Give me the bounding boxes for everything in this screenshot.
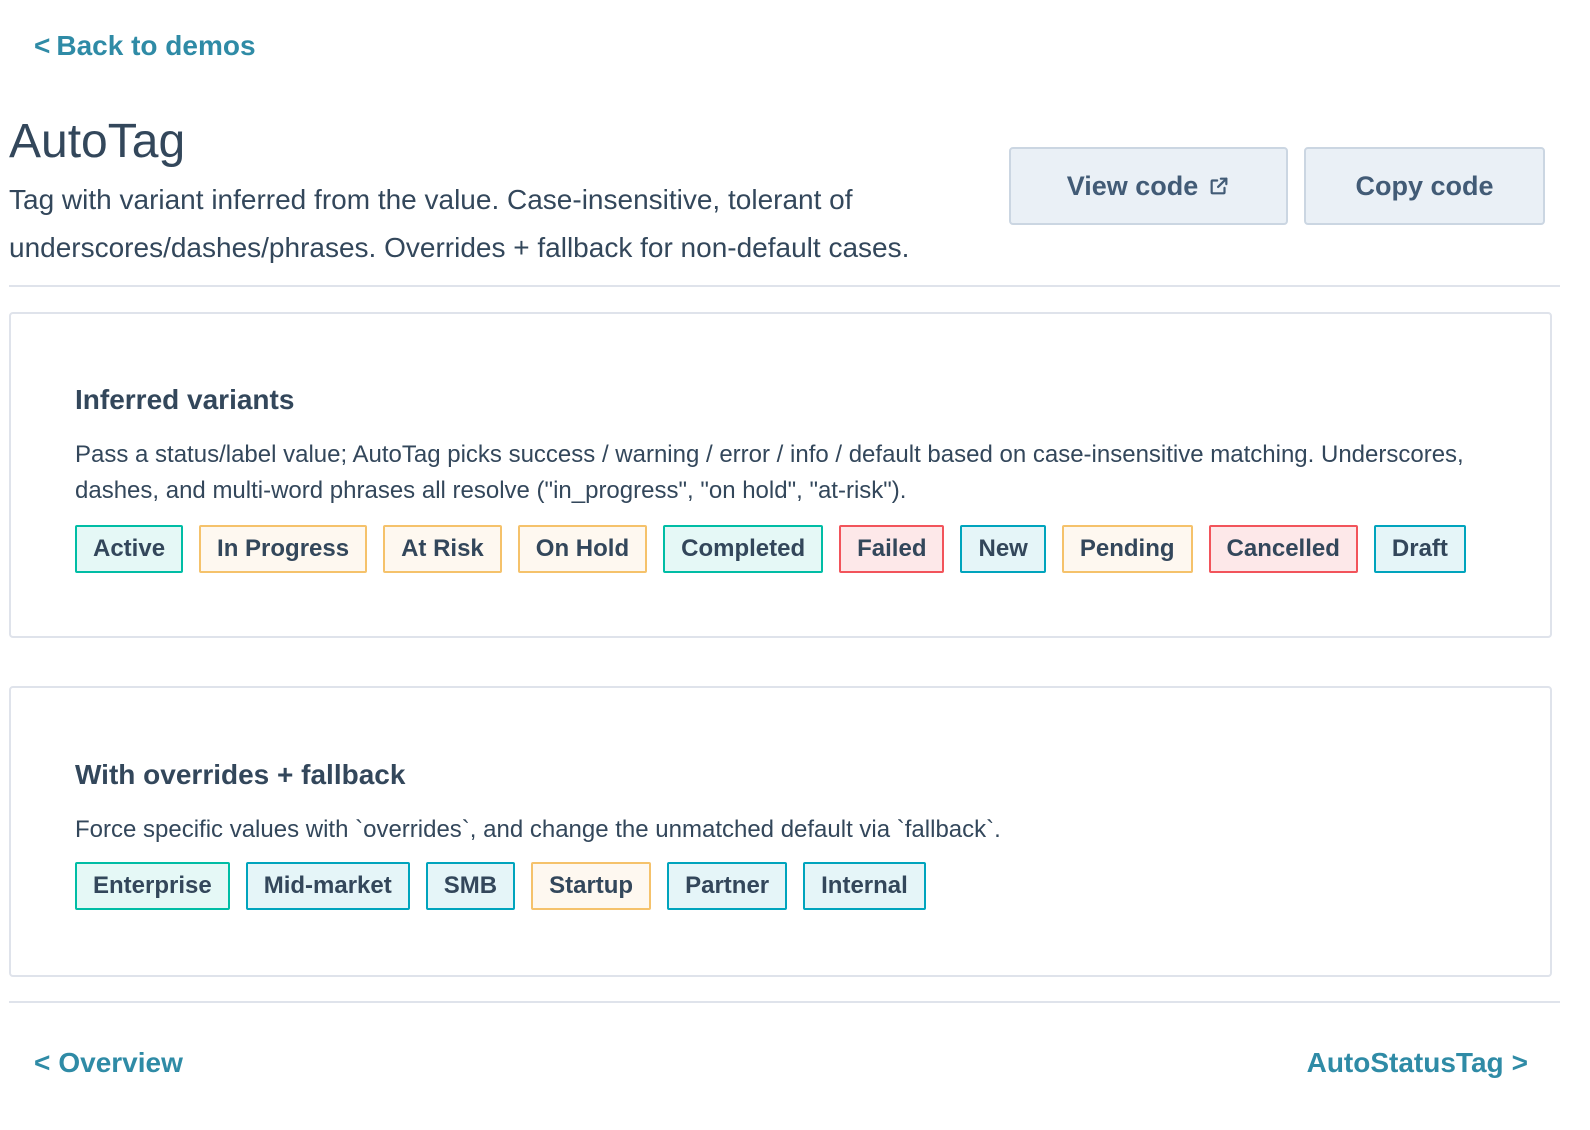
- tag-failed: Failed: [839, 525, 945, 573]
- page-title: AutoTag: [9, 115, 186, 168]
- view-code-button[interactable]: View code: [1009, 147, 1288, 225]
- tag-smb: SMB: [425, 862, 516, 910]
- section-description: Force specific values with `overrides`, …: [75, 816, 1001, 843]
- tag-in-progress: In Progress: [199, 525, 368, 573]
- back-to-demos-link[interactable]: < Back to demos: [34, 30, 256, 62]
- prev-page-label: Overview: [58, 1047, 183, 1078]
- page-description: Tag with variant inferred from the value…: [9, 184, 910, 263]
- footer-divider: [9, 1001, 1560, 1003]
- tag-internal: Internal: [803, 862, 926, 910]
- tag-enterprise: Enterprise: [75, 862, 230, 910]
- tag-on-hold: On Hold: [517, 525, 648, 573]
- tag-mid-market: Mid-market: [245, 862, 410, 910]
- copy-code-button[interactable]: Copy code: [1304, 147, 1545, 225]
- tag-draft: Draft: [1373, 525, 1466, 573]
- tag-active: Active: [75, 525, 184, 573]
- section-description: Pass a status/label value; AutoTag picks…: [75, 441, 1464, 504]
- section-inferred-variants: Inferred variants Pass a status/label va…: [9, 312, 1552, 638]
- chevron-left-icon: <: [34, 1047, 51, 1078]
- tag-startup: Startup: [531, 862, 652, 910]
- tag-partner: Partner: [667, 862, 788, 910]
- tag-at-risk: At Risk: [383, 525, 502, 573]
- tag-new: New: [960, 525, 1046, 573]
- back-link-label: Back to demos: [56, 30, 256, 61]
- next-page-link[interactable]: AutoStatusTag >: [1307, 1047, 1528, 1079]
- tag-pending: Pending: [1061, 525, 1193, 573]
- external-link-icon: [1210, 177, 1228, 195]
- tag-list: Enterprise Mid-market SMB Startup Partner Int…: [75, 862, 1510, 910]
- header-divider: [9, 285, 1560, 287]
- section-title: With overrides + fallback: [75, 759, 406, 790]
- page-header: AutoTag Tag with variant inferred from t…: [9, 112, 969, 272]
- tag-completed: Completed: [663, 525, 824, 573]
- tag-cancelled: Cancelled: [1208, 525, 1358, 573]
- section-overrides-fallback: With overrides + fallback Force specific…: [9, 686, 1552, 977]
- copy-code-label: Copy code: [1355, 170, 1494, 201]
- prev-page-link[interactable]: < Overview: [34, 1047, 183, 1079]
- view-code-label: View code: [1066, 170, 1199, 201]
- next-page-label: AutoStatusTag: [1306, 1047, 1504, 1078]
- chevron-right-icon: >: [1511, 1047, 1528, 1078]
- chevron-left-icon: <: [34, 30, 51, 61]
- section-title: Inferred variants: [75, 384, 295, 415]
- tag-list: Active In Progress At Risk On Hold Completed…: [75, 525, 1510, 573]
